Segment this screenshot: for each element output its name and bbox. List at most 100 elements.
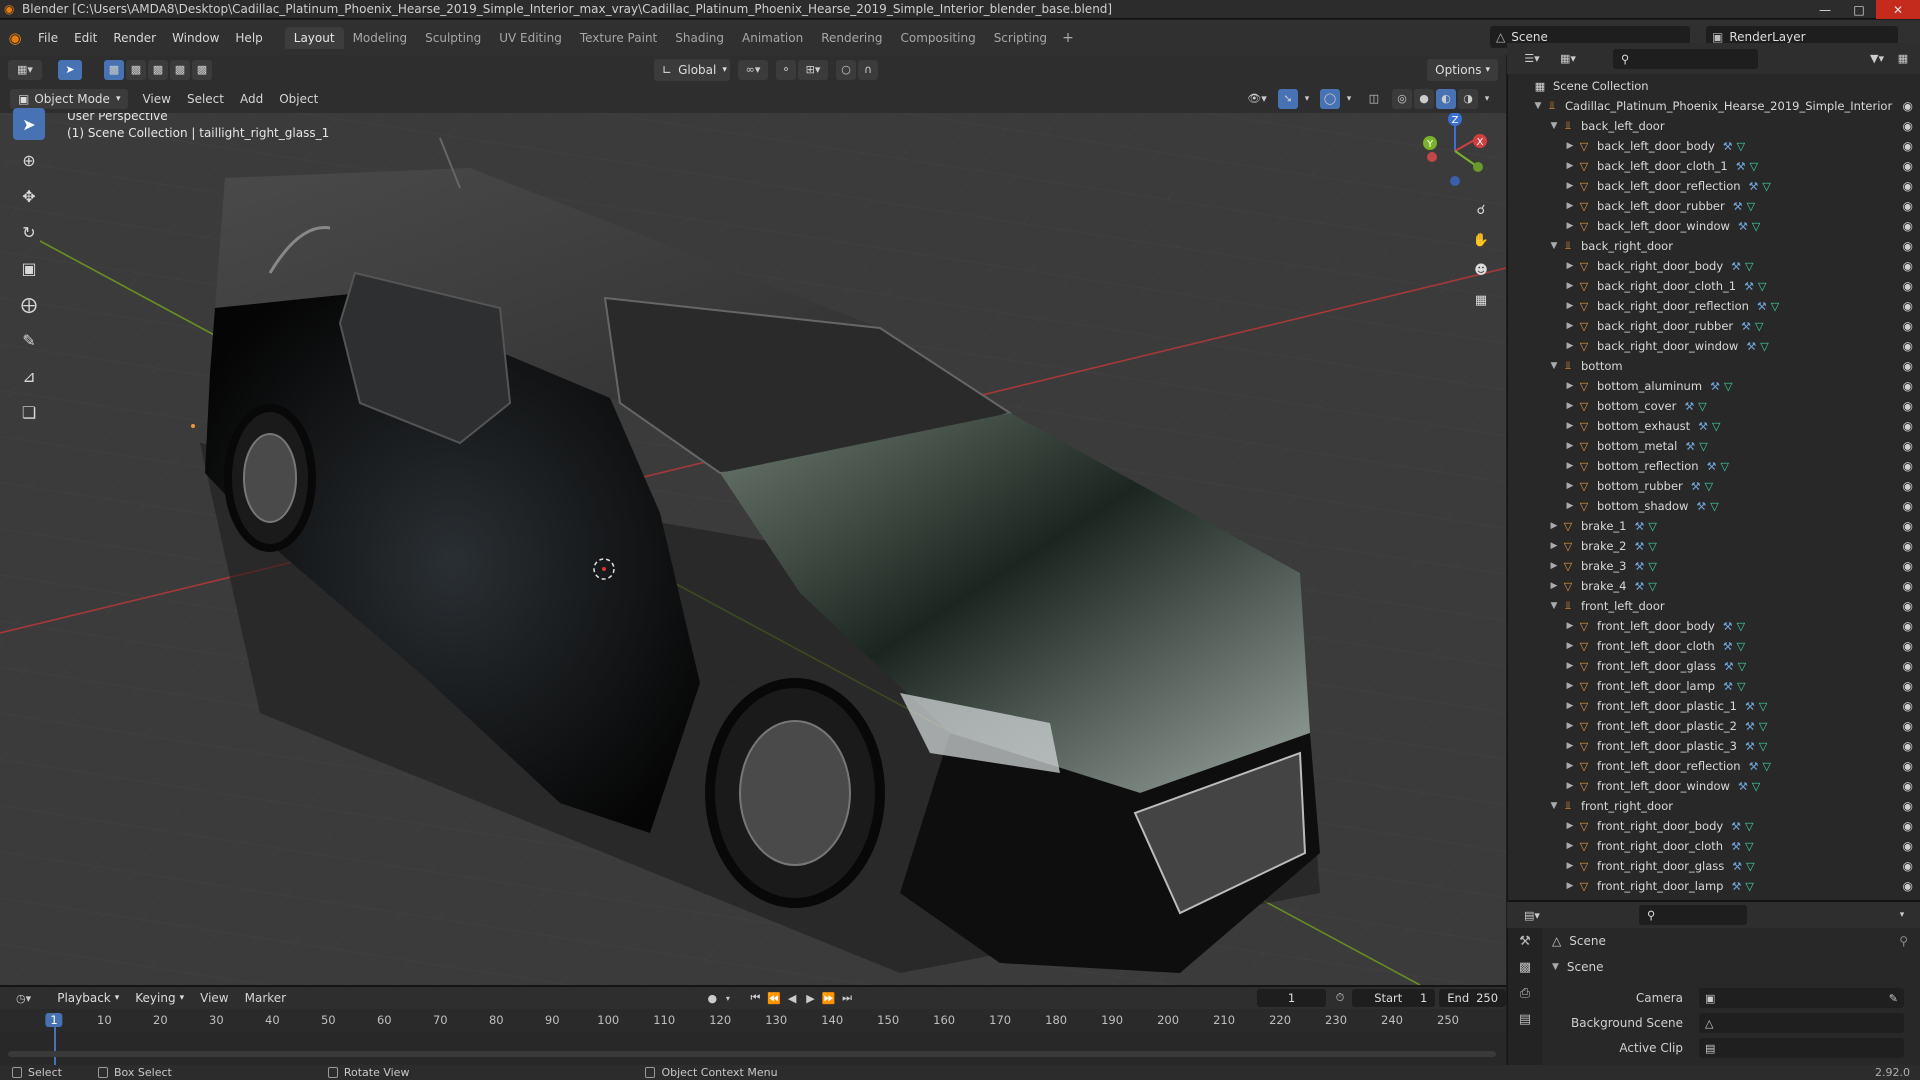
outliner-row[interactable]: ▶ ▽ front_right_door_body ⚒ ▽ ◉ [1508,816,1920,836]
eyedropper-icon[interactable]: ✎ [1889,992,1898,1005]
viewport-scene[interactable]: Z X Y [0,113,1506,985]
editor-type-button[interactable]: ▦▾ [8,59,42,80]
modifier-wrench-icon[interactable]: ⚒ [1745,720,1755,733]
visibility-eye-icon[interactable]: ◉ [1903,376,1913,396]
outliner-row[interactable]: ▶ ▽ back_left_door_cloth_1 ⚒ ▽ ◉ [1508,156,1920,176]
select-tool-icon[interactable]: ➤ [58,59,82,80]
gizmo-neg-y-ball[interactable] [1473,162,1483,172]
mesh-data-icon[interactable]: ▽ [1745,820,1753,833]
disclosure-closed-icon[interactable]: ▶ [1564,701,1576,711]
current-frame-field[interactable]: 1 [1257,989,1326,1007]
record-options-icon[interactable]: ▾ [722,988,733,1008]
disclosure-closed-icon[interactable]: ▶ [1564,761,1576,771]
mesh-data-icon[interactable]: ▽ [1745,260,1753,273]
visibility-eye-icon[interactable]: ◉ [1903,596,1913,616]
mesh-data-icon[interactable]: ▽ [1747,200,1755,213]
disclosure-open-icon[interactable]: ▼ [1548,121,1560,131]
visibility-eye-icon[interactable]: ◉ [1903,116,1913,136]
modifier-wrench-icon[interactable]: ⚒ [1691,480,1701,493]
scene-panel-header[interactable]: ▼ Scene [1542,956,1920,978]
visibility-eye-icon[interactable]: ◉ [1903,796,1913,816]
tab-texture-paint[interactable]: Texture Paint [571,27,666,49]
modifier-wrench-icon[interactable]: ⚒ [1746,340,1756,353]
transform-orientation-dropdown[interactable]: ∟ Global ▾ [654,58,730,81]
overlay-toggle-icon[interactable]: ◯ [1320,88,1340,109]
outliner-row[interactable]: ▼ ⫫ Cadillac_Platinum_Phoenix_Hearse_2019_… [1508,96,1920,116]
disclosure-closed-icon[interactable]: ▶ [1548,581,1560,591]
mesh-data-icon[interactable]: ▽ [1758,280,1766,293]
view-layer-tab-icon[interactable]: ▤ [1519,1012,1531,1038]
visibility-eye-icon[interactable]: ◉ [1903,256,1913,276]
disclosure-closed-icon[interactable]: ▶ [1564,841,1576,851]
modifier-wrench-icon[interactable]: ⚒ [1757,300,1767,313]
maximize-button[interactable]: □ [1842,0,1876,19]
visibility-eye-icon[interactable]: ◉ [1903,556,1913,576]
tab-compositing[interactable]: Compositing [891,27,984,49]
modifier-wrench-icon[interactable]: ⚒ [1738,780,1748,793]
zoom-icon[interactable]: ☌ [1468,197,1494,223]
visibility-eye-icon[interactable]: ◉ [1903,836,1913,856]
disclosure-closed-icon[interactable]: ▶ [1564,141,1576,151]
modifier-wrench-icon[interactable]: ⚒ [1696,500,1706,513]
mesh-data-icon[interactable]: ▽ [1752,780,1760,793]
outliner-row[interactable]: ▶ ▽ brake_2 ⚒ ▽ ◉ [1508,536,1920,556]
outliner-row[interactable]: ▶ ▽ front_left_door_plastic_2 ⚒ ▽ ◉ [1508,716,1920,736]
modifier-wrench-icon[interactable]: ⚒ [1741,320,1751,333]
modifier-wrench-icon[interactable]: ⚒ [1731,260,1741,273]
visibility-eye-icon[interactable]: ◉ [1903,536,1913,556]
modifier-wrench-icon[interactable]: ⚒ [1731,880,1741,893]
modifier-wrench-icon[interactable]: ⚒ [1707,460,1717,473]
select-mode-intersect-icon[interactable]: ▩ [192,59,212,80]
properties-editor-type-icon[interactable]: ▤▾ [1517,905,1547,925]
mesh-data-icon[interactable]: ▽ [1752,220,1760,233]
disclosure-closed-icon[interactable]: ▶ [1564,381,1576,391]
outliner-row[interactable]: ▶ ▽ brake_3 ⚒ ▽ ◉ [1508,556,1920,576]
mesh-data-icon[interactable]: ▽ [1737,620,1745,633]
camera-field[interactable]: ▣ ✎ [1699,988,1904,1008]
disclosure-closed-icon[interactable]: ▶ [1564,461,1576,471]
outliner-row[interactable]: ▶ ▽ back_right_door_cloth_1 ⚒ ▽ ◉ [1508,276,1920,296]
modifier-wrench-icon[interactable]: ⚒ [1745,700,1755,713]
outliner-row[interactable]: ▼ ⫫ bottom ◉ [1508,356,1920,376]
select-mode-new-icon[interactable]: ▩ [104,59,124,80]
mesh-data-icon[interactable]: ▽ [1759,700,1767,713]
timeline-panel[interactable]: 1 10 20 30 40 50 60 70 80 90 100 110 120 130 140 150 160… [0,1009,1506,1065]
viewport-menu-select[interactable]: Select [179,92,232,106]
pivot-point-icon[interactable]: ∞▾ [738,59,768,80]
rotate-tool-icon[interactable]: ↻ [13,216,45,248]
modifier-wrench-icon[interactable]: ⚒ [1684,400,1694,413]
visibility-eye-icon[interactable]: ◉ [1903,316,1913,336]
outliner-row[interactable]: ▶ ▽ back_right_door_reflection ⚒ ▽ ◉ [1508,296,1920,316]
playback-menu[interactable]: Playback ▾ [49,989,127,1007]
mesh-data-icon[interactable]: ▽ [1755,320,1763,333]
record-icon[interactable]: ● [704,988,720,1008]
disclosure-open-icon[interactable]: ▼ [1548,601,1560,611]
tab-sculpting[interactable]: Sculpting [416,27,490,49]
mesh-data-icon[interactable]: ▽ [1648,540,1656,553]
outliner-row[interactable]: ▼ ⫫ back_right_door ◉ [1508,236,1920,256]
menu-render[interactable]: Render [105,31,164,45]
modifier-wrench-icon[interactable]: ⚒ [1634,580,1644,593]
modifier-wrench-icon[interactable]: ⚒ [1744,280,1754,293]
visibility-eye-icon[interactable]: ◉ [1903,756,1913,776]
visibility-eye-icon[interactable]: ◉ [1903,676,1913,696]
disclosure-open-icon[interactable]: ▼ [1548,801,1560,811]
mesh-data-icon[interactable]: ▽ [1771,300,1779,313]
disclosure-closed-icon[interactable]: ▶ [1564,341,1576,351]
disclosure-closed-icon[interactable]: ▶ [1564,441,1576,451]
proportional-falloff-icon[interactable]: ∩ [858,59,878,80]
visibility-eye-icon[interactable]: ◉ [1903,296,1913,316]
modifier-wrench-icon[interactable]: ⚒ [1723,620,1733,633]
move-tool-icon[interactable]: ✥ [13,180,45,212]
camera-view-icon[interactable]: ☻ [1468,257,1494,283]
outliner-row[interactable]: ▼ ⫫ front_right_door ◉ [1508,796,1920,816]
disclosure-closed-icon[interactable]: ▶ [1564,661,1576,671]
outliner-row[interactable]: ▶ ▽ bottom_reflection ⚒ ▽ ◉ [1508,456,1920,476]
outliner-row[interactable]: ▶ ▽ brake_4 ⚒ ▽ ◉ [1508,576,1920,596]
modifier-wrench-icon[interactable]: ⚒ [1710,380,1720,393]
disclosure-closed-icon[interactable]: ▶ [1564,741,1576,751]
mesh-data-icon[interactable]: ▽ [1724,380,1732,393]
tab-modeling[interactable]: Modeling [344,27,417,49]
mesh-data-icon[interactable]: ▽ [1745,880,1753,893]
disclosure-closed-icon[interactable]: ▶ [1564,261,1576,271]
